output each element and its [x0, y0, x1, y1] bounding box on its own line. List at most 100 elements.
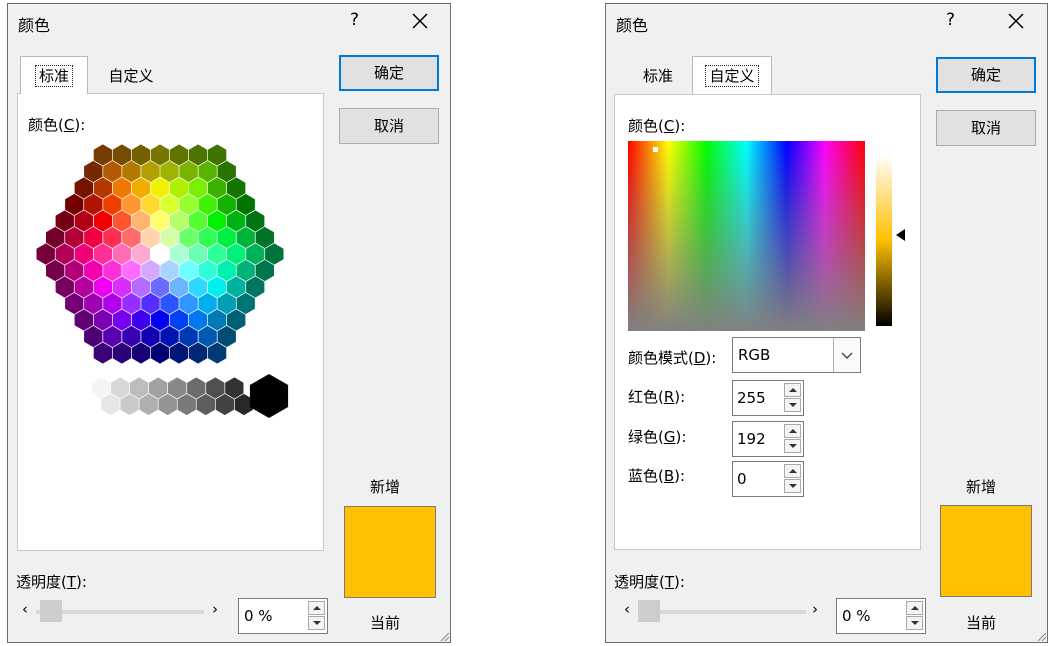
color-swatch-hex[interactable] [169, 276, 189, 298]
color-swatch-hex[interactable] [198, 193, 217, 216]
help-button[interactable]: ? [946, 10, 955, 30]
color-swatch-hex[interactable] [217, 226, 236, 249]
color-swatch-hex[interactable] [112, 210, 132, 232]
close-button[interactable] [1002, 4, 1032, 38]
color-swatch-hex[interactable] [179, 292, 198, 315]
color-swatch-hex[interactable] [217, 259, 236, 282]
color-swatch-hex[interactable] [208, 309, 227, 331]
dropdown-button[interactable] [833, 338, 860, 372]
spin-up-icon[interactable] [784, 383, 801, 397]
color-swatch-hex[interactable] [122, 160, 141, 183]
luminance-pointer-icon[interactable] [896, 229, 905, 241]
gray-swatch-hex[interactable] [225, 377, 244, 399]
color-swatch-hex[interactable] [198, 160, 217, 183]
color-swatch-hex[interactable] [236, 226, 255, 249]
slider-right-arrow-icon[interactable]: › [808, 600, 822, 618]
color-swatch-hex[interactable] [208, 342, 227, 364]
color-spectrum[interactable] [628, 141, 865, 331]
color-swatch-hex[interactable] [93, 144, 112, 166]
slider-right-arrow-icon[interactable]: › [208, 600, 222, 618]
transparency-value[interactable]: 0 % [244, 607, 273, 625]
slider-left-arrow-icon[interactable]: ‹ [620, 600, 634, 618]
color-swatch-hex[interactable] [198, 292, 217, 315]
color-swatch-hex[interactable] [131, 144, 151, 166]
color-swatch-hex[interactable] [93, 342, 112, 364]
color-swatch-hex[interactable] [150, 309, 170, 331]
color-swatch-hex[interactable] [179, 226, 198, 249]
color-swatch-hex[interactable] [103, 193, 122, 216]
spin-up-icon[interactable] [784, 464, 801, 478]
color-swatch-hex[interactable] [188, 342, 208, 364]
color-swatch-hex[interactable] [65, 193, 84, 216]
transparency-slider[interactable]: ‹ › [18, 600, 228, 626]
color-swatch-hex[interactable] [160, 160, 179, 183]
color-swatch-hex[interactable] [169, 177, 189, 199]
spectrum-crosshair[interactable] [653, 147, 658, 152]
gray-swatch-hex[interactable] [206, 377, 225, 399]
color-swatch-hex[interactable] [131, 309, 151, 331]
color-model-select[interactable]: RGB [732, 337, 861, 373]
color-swatch-hex[interactable] [208, 144, 227, 166]
color-swatch-hex[interactable] [46, 226, 65, 249]
slider-thumb[interactable] [638, 600, 660, 622]
color-swatch-hex[interactable] [198, 325, 217, 348]
color-swatch-hex[interactable] [227, 210, 246, 232]
color-swatch-hex[interactable] [93, 177, 112, 199]
color-swatch-hex[interactable] [141, 193, 160, 216]
color-swatch-hex[interactable] [122, 259, 141, 282]
gray-swatch-hex[interactable] [139, 393, 158, 416]
color-swatch-hex[interactable] [122, 226, 141, 249]
color-swatch-hex[interactable] [265, 243, 284, 265]
spin-up-icon[interactable] [906, 601, 923, 615]
blue-spinbox[interactable]: 0 [732, 461, 804, 497]
color-swatch-hex[interactable] [84, 160, 103, 183]
color-swatch-hex[interactable] [103, 160, 122, 183]
color-swatch-hex[interactable] [131, 177, 151, 199]
color-swatch-hex[interactable] [169, 309, 189, 331]
color-swatch-hex[interactable] [188, 309, 208, 331]
slider-track[interactable] [638, 610, 806, 614]
color-swatch-hex[interactable] [131, 210, 151, 232]
gray-swatch-hex[interactable] [120, 393, 139, 416]
color-swatch-hex[interactable] [65, 259, 84, 282]
gray-swatch-hex[interactable] [82, 393, 101, 416]
help-button[interactable]: ? [350, 10, 359, 30]
color-swatch-hex[interactable] [122, 193, 141, 216]
color-swatch-hex[interactable] [169, 243, 189, 265]
slider-left-arrow-icon[interactable]: ‹ [18, 600, 32, 618]
color-swatch-hex[interactable] [103, 325, 122, 348]
gray-swatch-hex[interactable] [101, 393, 120, 416]
color-swatch-hex[interactable] [55, 276, 74, 298]
color-swatch-hex[interactable] [255, 226, 274, 249]
color-swatch-hex[interactable] [150, 342, 170, 364]
spin-down-icon[interactable] [906, 616, 923, 630]
spin-down-icon[interactable] [784, 479, 801, 493]
tab-custom[interactable]: 自定义 [92, 60, 170, 92]
spin-up-icon[interactable] [308, 601, 325, 615]
color-swatch-hex[interactable] [74, 177, 93, 199]
green-value[interactable]: 192 [737, 430, 766, 448]
color-swatch-hex[interactable] [103, 226, 122, 249]
color-swatch-hex[interactable] [84, 226, 103, 249]
resize-grip-icon[interactable] [439, 631, 449, 641]
color-swatch-hex[interactable] [141, 292, 160, 315]
color-swatch-hex[interactable] [169, 144, 189, 166]
color-swatch-hex[interactable] [112, 243, 132, 265]
color-swatch-hex[interactable] [93, 210, 112, 232]
transparency-spinbox[interactable]: 0 % [836, 598, 926, 634]
color-swatch-hex[interactable] [141, 160, 160, 183]
color-swatch-hex[interactable] [84, 193, 103, 216]
gray-swatch-hex[interactable] [196, 393, 215, 416]
color-swatch-hex[interactable] [65, 226, 84, 249]
ok-button[interactable]: 确定 [936, 57, 1036, 93]
color-swatch-hex[interactable] [150, 210, 170, 232]
color-swatch-hex[interactable] [84, 292, 103, 315]
resize-grip-icon[interactable] [1036, 631, 1046, 641]
color-swatch-hex[interactable] [255, 259, 274, 282]
color-honeycomb[interactable] [18, 94, 323, 550]
tab-standard[interactable]: 标准 [20, 56, 88, 94]
luminance-bar[interactable] [876, 154, 892, 326]
color-swatch-hex[interactable] [160, 325, 179, 348]
color-swatch-hex[interactable] [208, 177, 227, 199]
transparency-value[interactable]: 0 % [842, 607, 871, 625]
